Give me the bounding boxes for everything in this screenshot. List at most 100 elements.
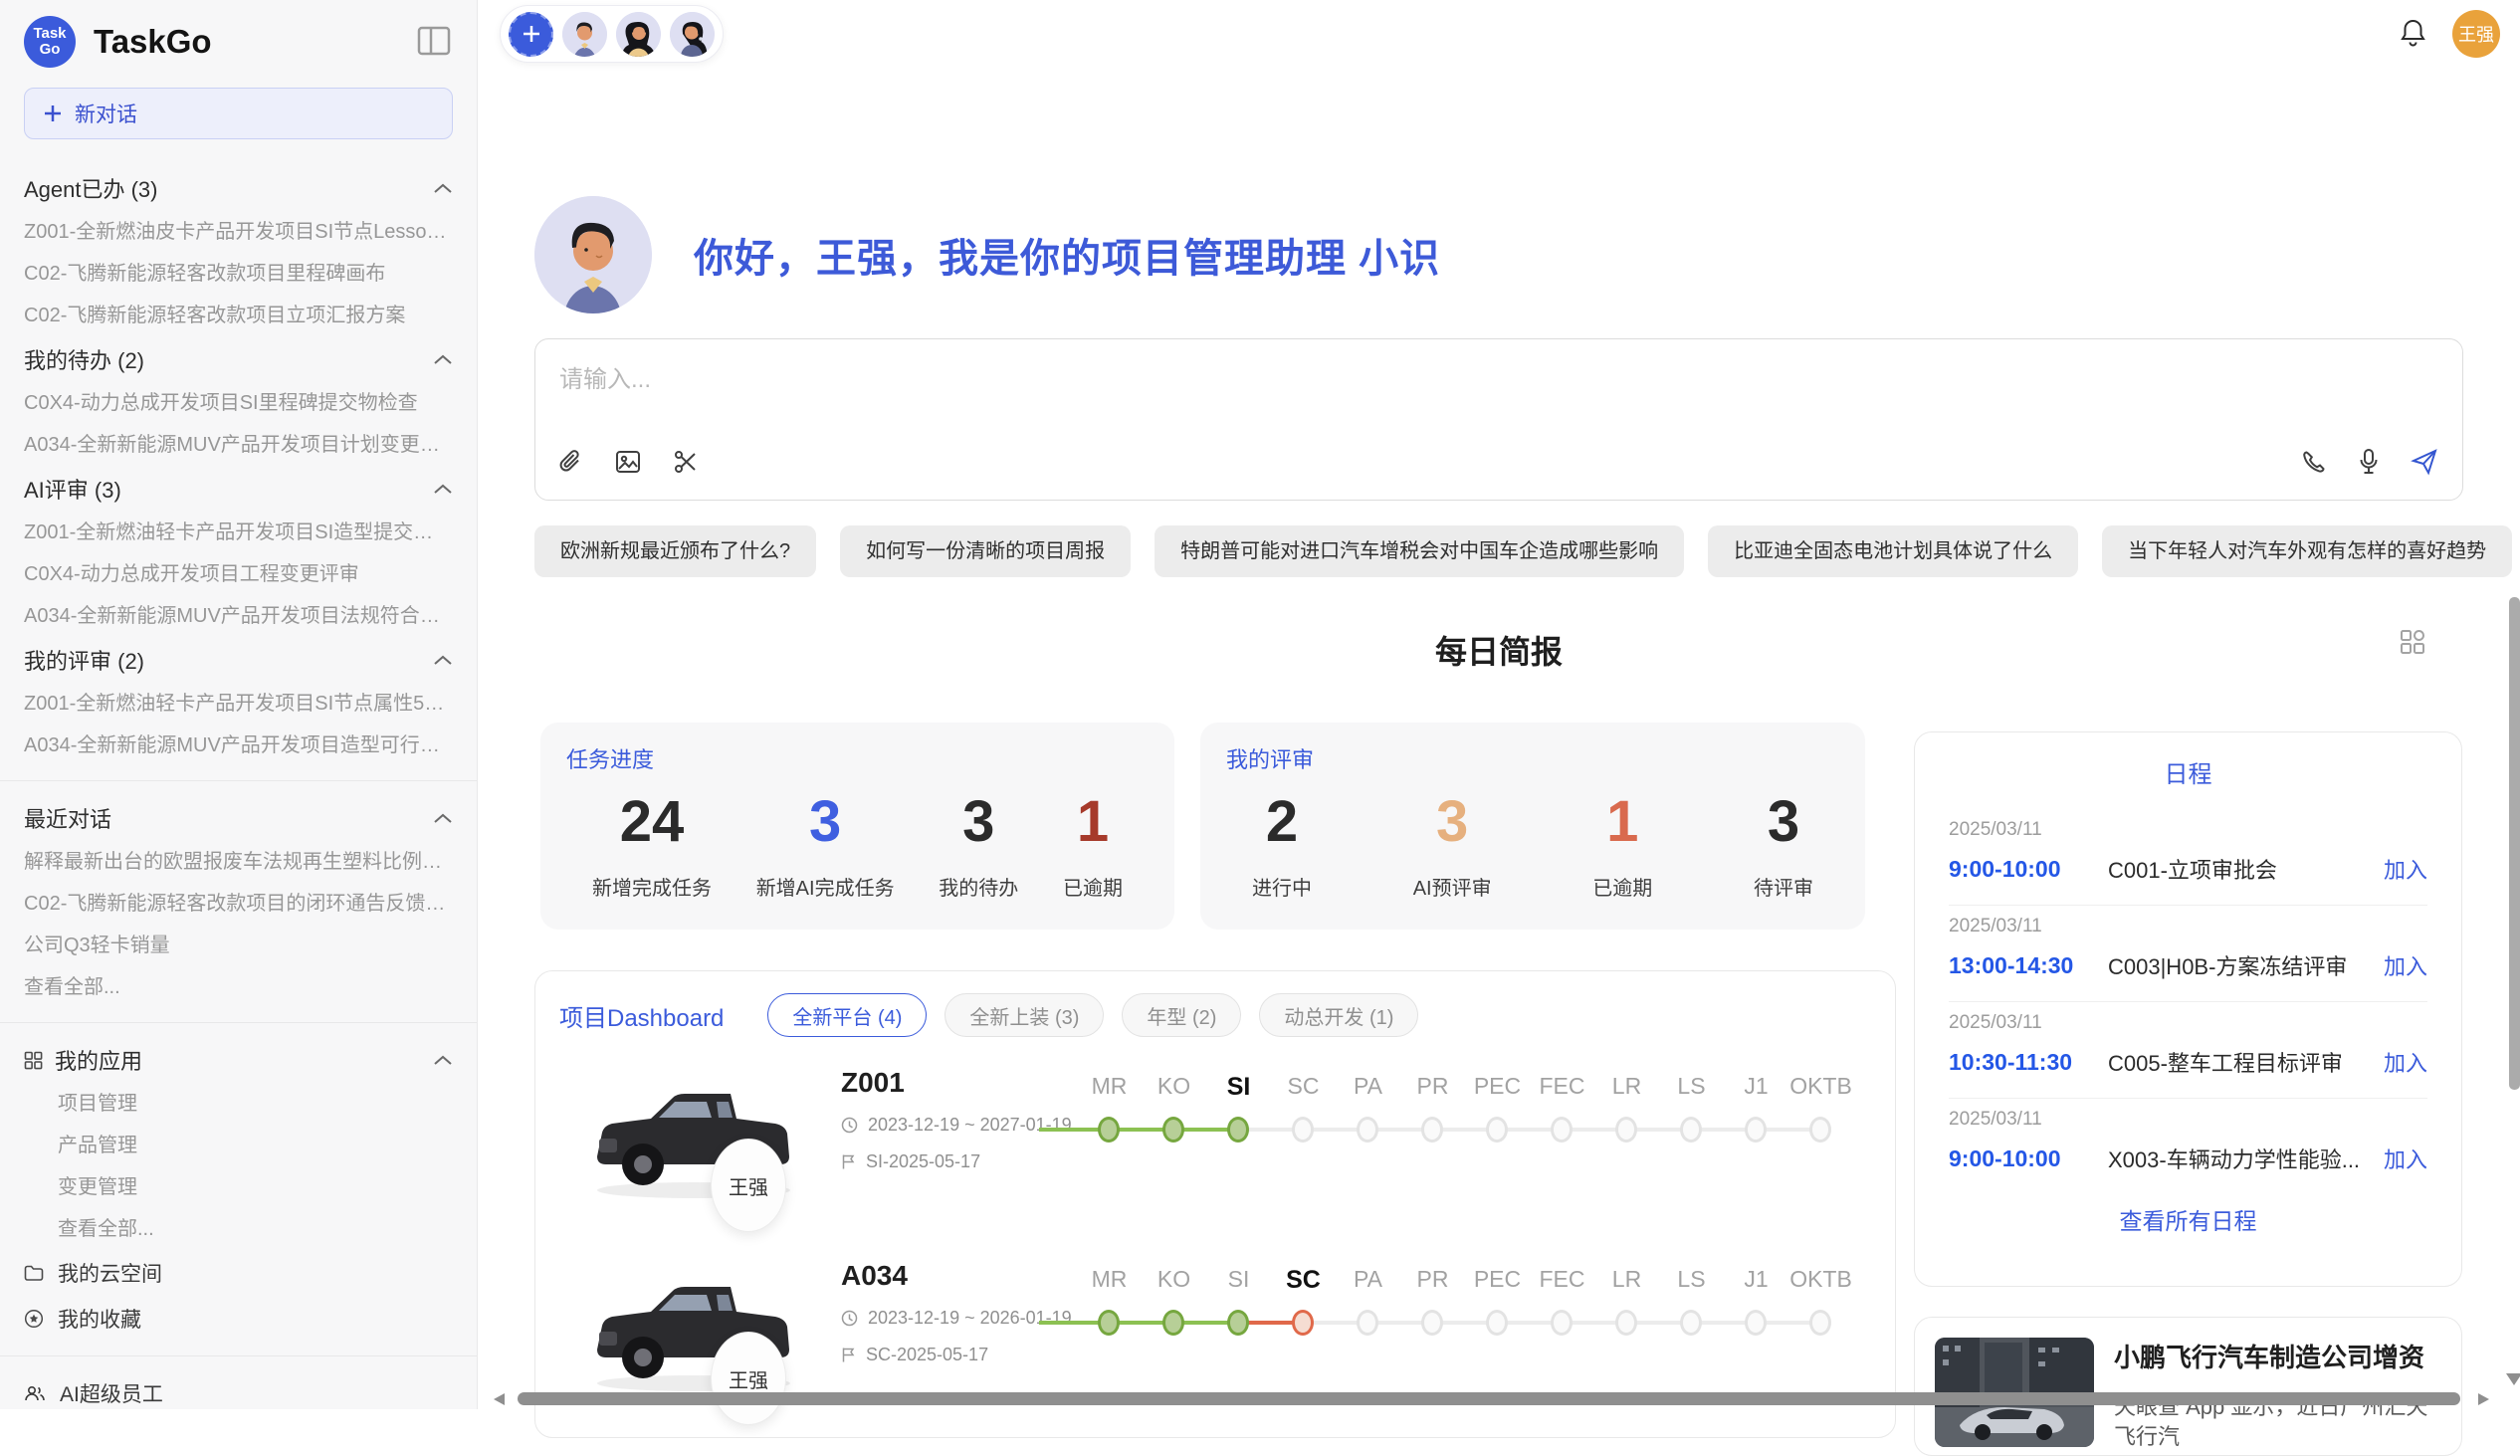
milestone-dot: [1357, 1310, 1378, 1336]
schedule-event-title: X003-车辆动力学性能验...: [2108, 1143, 2384, 1174]
people-icon: [24, 1384, 46, 1402]
suggestion-chip[interactable]: 特朗普可能对进口汽车增税会对中国车企造成哪些影响: [1155, 525, 1684, 577]
sidebar-item[interactable]: A034-全新新能源MUV产品开发项目计划变更表编写: [24, 424, 453, 466]
section-my-todo[interactable]: 我的待办 (2): [24, 336, 453, 382]
app-item-change-mgmt[interactable]: 变更管理: [24, 1166, 453, 1208]
suggestion-chip[interactable]: 欧洲新规最近颁布了什么?: [534, 525, 816, 577]
tab-powertrain[interactable]: 动总开发 (1): [1259, 993, 1418, 1037]
app-item-product-mgmt[interactable]: 产品管理: [24, 1125, 453, 1166]
schedule-title: 日程: [1949, 754, 2427, 789]
user-avatar[interactable]: 王强: [2452, 10, 2500, 58]
schedule-time: 9:00-10:00: [1949, 1145, 2108, 1172]
favorites-label: 我的收藏: [58, 1304, 141, 1334]
flag-icon: [841, 1153, 856, 1170]
suggestion-chip[interactable]: 如何写一份清晰的项目周报: [840, 525, 1131, 577]
agent-avatar[interactable]: [616, 12, 661, 57]
chat-input[interactable]: [559, 359, 2438, 437]
sidebar-item-cloud-space[interactable]: 我的云空间: [24, 1250, 453, 1296]
milestone-dot: [1357, 1117, 1378, 1143]
sidebar-item[interactable]: C0X4-动力总成开发项目工程变更评审: [24, 553, 453, 595]
milestone-track: MRKO SISC PAPR PECFEC LRLS J1OKTB: [1077, 1073, 1853, 1149]
assistant-avatar: [534, 196, 652, 313]
add-agent-button[interactable]: [509, 12, 553, 57]
schedule-date: 2025/03/11: [1949, 819, 2427, 841]
plus-icon: [43, 104, 63, 123]
chevron-up-icon: [433, 812, 453, 824]
section-my-review[interactable]: 我的评审 (2): [24, 637, 453, 683]
send-button[interactable]: [2411, 448, 2438, 476]
milestone-dot: [1615, 1117, 1637, 1143]
sidebar-item[interactable]: C0X4-动力总成开发项目SI里程碑提交物检查: [24, 382, 453, 424]
milestone-dot: [1421, 1117, 1443, 1143]
attach-file-button[interactable]: [559, 449, 583, 475]
app-item-project-mgmt[interactable]: 项目管理: [24, 1083, 453, 1125]
horizontal-scrollbar[interactable]: [518, 1392, 2460, 1405]
agent-avatar[interactable]: [670, 12, 715, 57]
sidebar-item[interactable]: C02-飞腾新能源轻客改款项目里程碑画布: [24, 253, 453, 295]
layout-switch-button[interactable]: [2400, 629, 2425, 658]
join-meeting-button[interactable]: 加入: [2384, 1046, 2427, 1078]
view-all-schedules-link[interactable]: 查看所有日程: [2120, 1202, 2257, 1236]
hscroll-right-arrow[interactable]: [2478, 1393, 2489, 1405]
clock-icon: [841, 1117, 858, 1134]
scissors-icon: [673, 449, 699, 475]
milestone-dot: [1486, 1117, 1508, 1143]
tab-model-year[interactable]: 年型 (2): [1122, 993, 1241, 1037]
project-dates: 2023-12-19 ~ 2026-01-19: [841, 1308, 1072, 1329]
sidebar-item[interactable]: C02-飞腾新能源轻客改款项目立项汇报方案: [24, 295, 453, 336]
join-meeting-button[interactable]: 加入: [2384, 853, 2427, 885]
sidebar-item[interactable]: Z001-全新燃油皮卡产品开发项目SI节点Lesson Learn报告: [24, 211, 453, 253]
join-meeting-button[interactable]: 加入: [2384, 949, 2427, 981]
news-card[interactable]: 小鹏飞行汽车制造公司增资 天眼查 App 显示，近日广州汇天飞行汽: [1914, 1317, 2462, 1456]
vscroll-down-arrow[interactable]: [2506, 1373, 2520, 1385]
recent-chat-item[interactable]: 解释最新出台的欧盟报废车法规再生塑料比例被调至15%...: [24, 841, 453, 883]
tab-new-body[interactable]: 全新上装 (3): [945, 993, 1104, 1037]
milestone-dot: [1098, 1117, 1120, 1143]
sidebar-item[interactable]: Z001-全新燃油轻卡产品开发项目SI节点属性5D文件评审: [24, 683, 453, 725]
milestone-dot: [1551, 1117, 1573, 1143]
stat-ai-done: 3 新增AI完成任务: [756, 786, 895, 901]
notifications-button[interactable]: [2400, 18, 2426, 50]
insert-image-button[interactable]: [615, 450, 641, 474]
sidebar-item-ai-super-staff[interactable]: AI超级员工: [24, 1370, 453, 1409]
view-all-chats-link[interactable]: 查看全部...: [24, 966, 453, 1008]
divider: [0, 1022, 477, 1023]
recent-chat-item[interactable]: 公司Q3轻卡销量: [24, 925, 453, 966]
sidebar-item-favorites[interactable]: 我的收藏: [24, 1296, 453, 1342]
view-all-apps-link[interactable]: 查看全部...: [24, 1208, 453, 1250]
schedule-item: 2025/03/11 13:00-14:30 C003|H0B-方案冻结评审 加…: [1949, 906, 2427, 1002]
suggestion-chip[interactable]: 比亚迪全固态电池计划具体说了什么: [1708, 525, 2078, 577]
schedule-item: 2025/03/11 9:00-10:00 X003-车辆动力学性能验... 加…: [1949, 1099, 2427, 1194]
project-dates: 2023-12-19 ~ 2027-01-19: [841, 1115, 1072, 1136]
sidebar-item[interactable]: Z001-全新燃油轻卡产品开发项目SI造型提交物评审: [24, 512, 453, 553]
greeting-text: 你好，王强，我是你的项目管理助理 小识: [694, 226, 1440, 284]
project-flag-date: SC-2025-05-17: [841, 1345, 1072, 1365]
project-row: 王强 A034 2023-12-19 ~ 2026-01-19 SC-2025-…: [559, 1252, 1873, 1438]
new-chat-button[interactable]: 新对话: [24, 88, 453, 139]
join-meeting-button[interactable]: 加入: [2384, 1143, 2427, 1174]
topbar-right: 王强: [2400, 10, 2500, 58]
sidebar-item[interactable]: A034-全新新能源MUV产品开发项目造型可行性评审: [24, 725, 453, 766]
section-ai-review[interactable]: AI评审 (3): [24, 466, 453, 512]
cloud-space-label: 我的云空间: [58, 1258, 162, 1288]
vertical-scrollbar[interactable]: [2509, 597, 2520, 1090]
quick-agents-pill: [500, 5, 724, 63]
sidebar: Task Go TaskGo 新对话 Agent已办 (3) Z001-全新燃油…: [0, 0, 478, 1409]
section-my-apps[interactable]: 我的应用: [24, 1037, 453, 1083]
screenshot-button[interactable]: [673, 449, 699, 475]
recent-chat-item[interactable]: C02-飞腾新能源轻客改款项目的闭环通告反馈情况: [24, 883, 453, 925]
agent-avatar[interactable]: [562, 12, 607, 57]
suggestion-chips: 欧洲新规最近颁布了什么? 如何写一份清晰的项目周报 特朗普可能对进口汽车增税会对…: [534, 525, 2463, 577]
sidebar-item[interactable]: A034-全新新能源MUV产品开发项目法规符合性评审: [24, 595, 453, 637]
hscroll-left-arrow[interactable]: [494, 1393, 505, 1405]
voice-call-button[interactable]: [2301, 449, 2327, 475]
logo-line-1: Task: [33, 26, 66, 42]
tab-new-platform[interactable]: 全新平台 (4): [767, 993, 927, 1037]
milestone-dot: [1421, 1310, 1443, 1336]
suggestion-chip[interactable]: 当下年轻人对汽车外观有怎样的喜好趋势: [2102, 525, 2512, 577]
project-info: Z001 2023-12-19 ~ 2027-01-19 SI-2025-05-…: [841, 1067, 1072, 1172]
section-recent-chats[interactable]: 最近对话: [24, 795, 453, 841]
sidebar-collapse-button[interactable]: [415, 24, 453, 61]
section-agent-done[interactable]: Agent已办 (3): [24, 165, 453, 211]
microphone-button[interactable]: [2359, 448, 2379, 476]
